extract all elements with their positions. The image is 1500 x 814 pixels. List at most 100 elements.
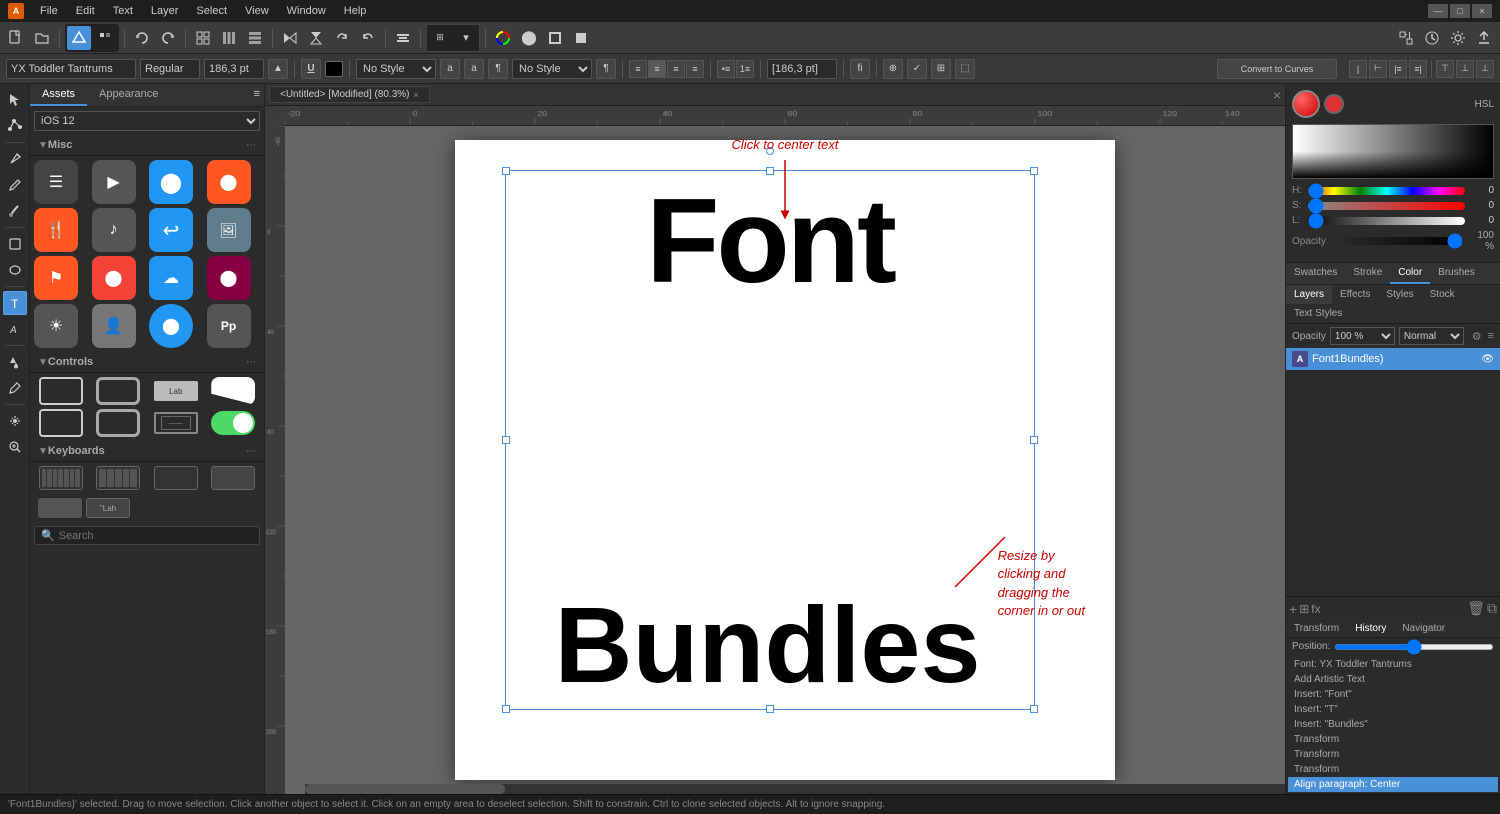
underline-button[interactable]: U bbox=[301, 59, 321, 79]
rotate-ccw-button[interactable] bbox=[356, 26, 380, 50]
layer-duplicate-button[interactable]: ⧉ bbox=[1487, 600, 1497, 617]
layer-gear-icon[interactable]: ⚙ bbox=[1472, 330, 1482, 343]
spell-check-btn[interactable]: ✓ bbox=[907, 59, 927, 79]
text-mid-btn[interactable]: ⊥ bbox=[1456, 60, 1474, 78]
layer-visible-icon[interactable]: 👁 bbox=[1481, 354, 1494, 365]
ellipse-tool[interactable] bbox=[3, 258, 27, 282]
layer-options-icon[interactable]: ≡ bbox=[1488, 330, 1494, 342]
tab-layers[interactable]: Layers bbox=[1286, 285, 1332, 304]
history-panel-button[interactable] bbox=[1420, 26, 1444, 50]
layer-fx-button[interactable]: fx bbox=[1311, 600, 1320, 617]
text-bundles-line[interactable]: Bundles bbox=[501, 591, 1034, 699]
misc-item-8[interactable]: ⚑ bbox=[34, 256, 78, 300]
font-size-input[interactable] bbox=[204, 59, 264, 79]
undo-button[interactable] bbox=[130, 26, 154, 50]
tab-navigator[interactable]: Navigator bbox=[1394, 620, 1453, 637]
prop-btn-3[interactable]: |≡ bbox=[1389, 60, 1407, 78]
fill-tool[interactable] bbox=[3, 350, 27, 374]
layer-group-button[interactable]: ⊞ bbox=[1299, 600, 1309, 617]
list-number-button[interactable]: 1≡ bbox=[736, 60, 754, 78]
history-add-artistic[interactable]: Add Artistic Text bbox=[1288, 672, 1498, 687]
row-button[interactable] bbox=[243, 26, 267, 50]
menu-view[interactable]: View bbox=[237, 3, 277, 19]
para-style-btn[interactable]: a bbox=[464, 59, 484, 79]
color-picker-btn[interactable]: ⬤ bbox=[517, 26, 541, 50]
align-left-button[interactable]: ≡ bbox=[629, 60, 647, 78]
text-selection-box[interactable]: Font Bundles bbox=[505, 170, 1035, 710]
settings-button[interactable] bbox=[1446, 26, 1470, 50]
pan-tool[interactable] bbox=[3, 409, 27, 433]
tab-text-styles[interactable]: Text Styles bbox=[1286, 304, 1350, 323]
handle-mid-left[interactable] bbox=[502, 436, 510, 444]
document-tab[interactable]: <Untitled> [Modified] (80.3%) × bbox=[269, 86, 430, 103]
minimize-button[interactable]: — bbox=[1428, 4, 1448, 18]
history-insert-t[interactable]: Insert: "T" bbox=[1288, 702, 1498, 717]
align-right-button[interactable]: ≡ bbox=[667, 60, 685, 78]
column-button[interactable] bbox=[217, 26, 241, 50]
find-replace-btn[interactable]: ⊕ bbox=[883, 59, 903, 79]
ctrl-item-0[interactable] bbox=[34, 377, 88, 405]
align-justify-button[interactable]: ≡ bbox=[686, 60, 704, 78]
prop-btn-1[interactable]: | bbox=[1349, 60, 1367, 78]
color-circle-1[interactable] bbox=[1292, 90, 1320, 118]
history-transform-2[interactable]: Transform bbox=[1288, 747, 1498, 762]
document-tab-close[interactable]: × bbox=[414, 90, 419, 100]
handle-top-left[interactable] bbox=[502, 167, 510, 175]
artistic-text-tool[interactable]: A bbox=[3, 317, 27, 341]
misc-item-11[interactable]: ⬤ bbox=[207, 256, 251, 300]
misc-item-2[interactable]: ⬤ bbox=[149, 160, 193, 204]
misc-item-15[interactable]: Pp bbox=[207, 304, 251, 348]
h-scrollbar-thumb[interactable] bbox=[305, 784, 505, 794]
close-button[interactable]: × bbox=[1472, 4, 1492, 18]
menu-window[interactable]: Window bbox=[279, 3, 334, 19]
text-color-swatch[interactable] bbox=[325, 61, 343, 77]
device-select-input[interactable]: iOS 12 bbox=[34, 111, 260, 131]
misc-item-10[interactable]: ☁ bbox=[149, 256, 193, 300]
char-style-select[interactable]: No Style bbox=[356, 59, 436, 79]
wrap-text-btn[interactable]: ⬚ bbox=[955, 59, 975, 79]
tab-styles[interactable]: Styles bbox=[1378, 285, 1421, 304]
new-button[interactable] bbox=[4, 26, 28, 50]
shape-tool[interactable] bbox=[3, 232, 27, 256]
opentype-button[interactable]: fi bbox=[850, 59, 870, 79]
prop-btn-4[interactable]: ≡| bbox=[1409, 60, 1427, 78]
history-font-info[interactable]: Font: YX Toddler Tantrums bbox=[1288, 657, 1498, 672]
open-button[interactable] bbox=[30, 26, 54, 50]
align-button[interactable] bbox=[391, 26, 415, 50]
menu-edit[interactable]: Edit bbox=[68, 3, 103, 19]
vector-persona[interactable] bbox=[67, 26, 91, 50]
text-flow-btn[interactable]: ⊞ bbox=[931, 59, 951, 79]
layer-add-button[interactable]: + bbox=[1289, 600, 1297, 617]
appearance-tab[interactable]: Appearance bbox=[87, 84, 170, 106]
ctrl-item-7[interactable] bbox=[207, 409, 261, 437]
ctrl-toggle[interactable] bbox=[211, 411, 255, 435]
kbd-item-5[interactable]: "Lah bbox=[86, 498, 130, 518]
tab-swatches[interactable]: Swatches bbox=[1286, 263, 1345, 284]
handle-bot-right[interactable] bbox=[1030, 705, 1038, 713]
snap-toggle[interactable]: ⊞ bbox=[428, 26, 452, 50]
layer-blend-select[interactable]: Normal bbox=[1399, 327, 1464, 345]
layer-item-font1bundles[interactable]: A Font1Bundles) 👁 bbox=[1286, 348, 1500, 370]
hsl-l-slider[interactable] bbox=[1308, 217, 1465, 225]
stroke-color[interactable] bbox=[543, 26, 567, 50]
text-tool[interactable]: T bbox=[3, 291, 27, 315]
opacity-slider[interactable] bbox=[1334, 237, 1463, 245]
rotation-handle[interactable] bbox=[766, 147, 774, 155]
ctrl-item-2[interactable]: Lab bbox=[149, 377, 203, 405]
text-font-line[interactable]: Font bbox=[506, 181, 1034, 301]
menu-help[interactable]: Help bbox=[336, 3, 375, 19]
position-slider[interactable] bbox=[1334, 644, 1494, 650]
history-transform-1[interactable]: Transform bbox=[1288, 732, 1498, 747]
flip-h-button[interactable] bbox=[278, 26, 302, 50]
align-center-button[interactable]: ≡ bbox=[648, 60, 666, 78]
handle-bot-mid[interactable] bbox=[766, 705, 774, 713]
layer-delete-button[interactable]: 🗑 bbox=[1467, 600, 1485, 617]
menu-select[interactable]: Select bbox=[188, 3, 235, 19]
para-mark-btn[interactable]: ¶ bbox=[488, 59, 508, 79]
color-circle-2[interactable] bbox=[1324, 94, 1344, 114]
controls-options[interactable]: ⋯ bbox=[246, 357, 256, 368]
tab-effects[interactable]: Effects bbox=[1332, 285, 1378, 304]
char-style-more[interactable]: a bbox=[440, 59, 460, 79]
ctrl-item-3[interactable] bbox=[207, 377, 261, 405]
ctrl-item-5[interactable] bbox=[92, 409, 146, 437]
